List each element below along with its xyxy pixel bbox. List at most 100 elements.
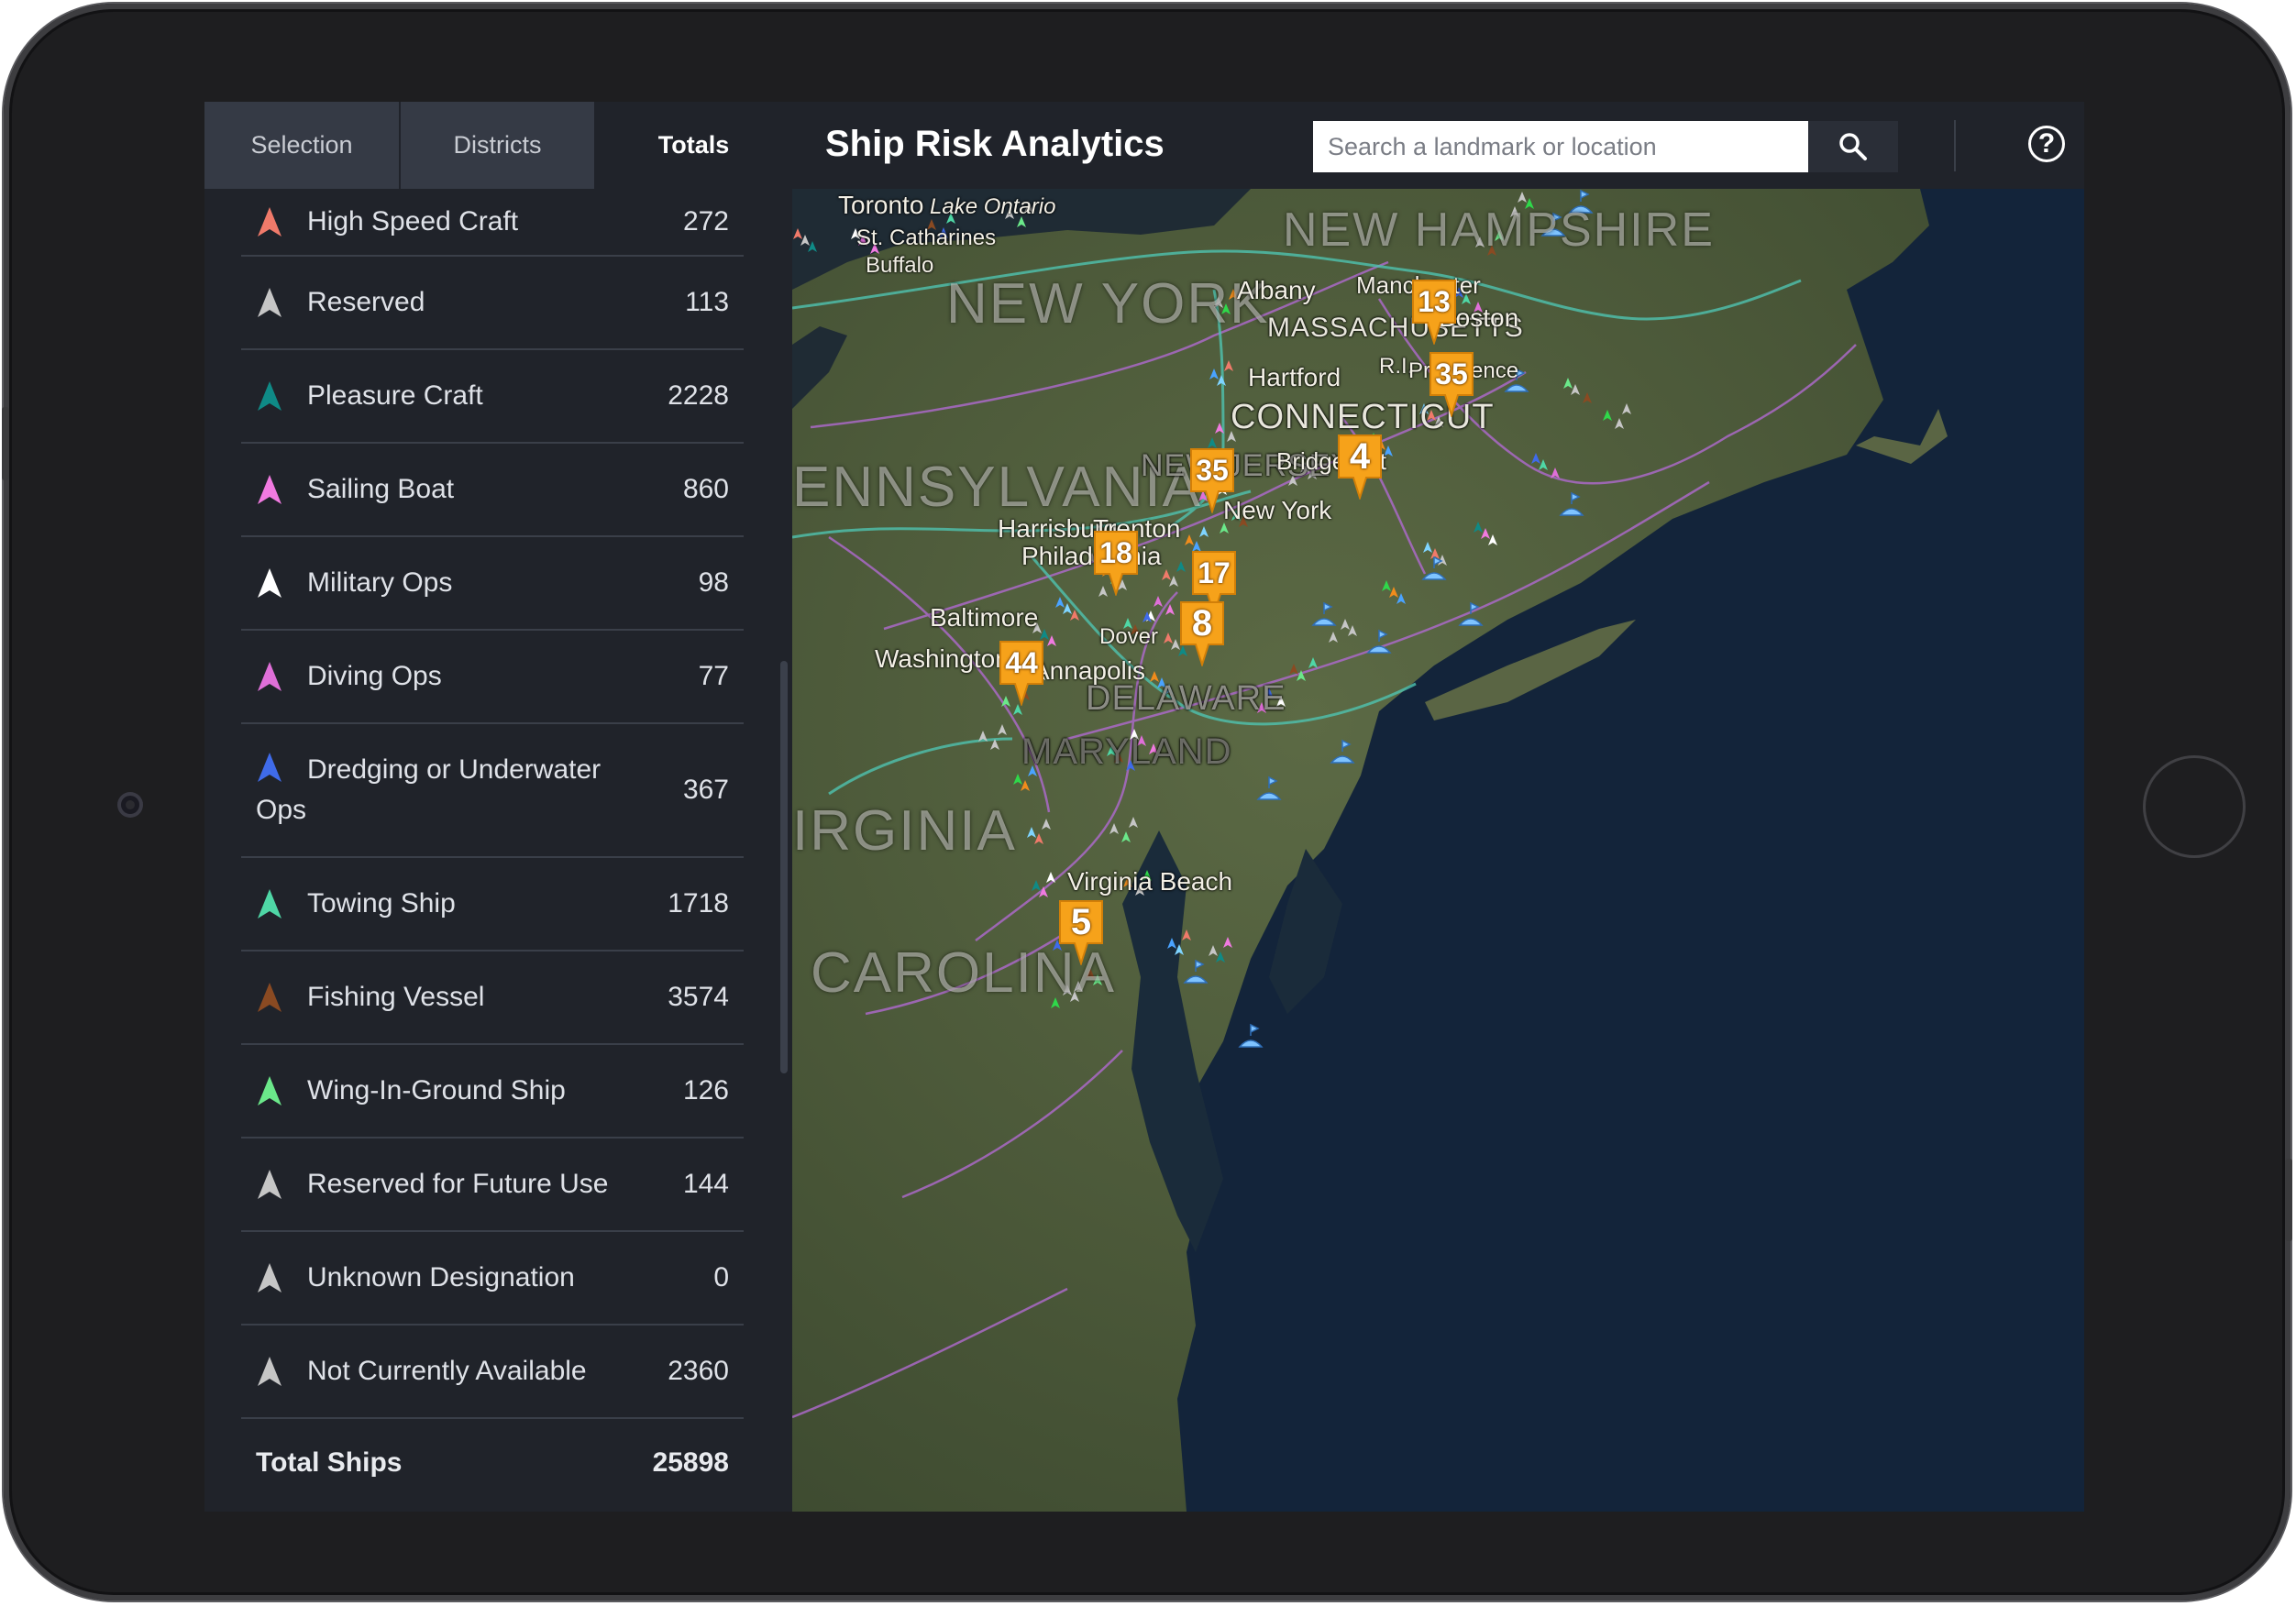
totals-row: Reserved for Future Use 144 <box>241 1138 744 1232</box>
totals-row: Diving Ops 77 <box>241 631 744 724</box>
cluster-count: 13 <box>1418 285 1451 318</box>
ship-type-label: Unknown Designation <box>307 1262 575 1292</box>
totals-row-label-wrap: Reserved for Future Use <box>256 1164 608 1204</box>
totals-row-label-wrap: Fishing Vessel <box>256 977 484 1018</box>
cluster-count: 35 <box>1435 358 1468 390</box>
front-camera <box>117 792 143 818</box>
city-label: Lake Ontario <box>930 194 1056 219</box>
tab-totals[interactable]: Totals <box>596 102 791 189</box>
ship-type-list: High Speed Craft 272 Reserved 113 Pleasure C… <box>241 189 744 1507</box>
ship-type-count: 144 <box>682 1169 729 1199</box>
cluster-marker[interactable]: 44 <box>997 638 1046 706</box>
tab-bar: Selection Districts Totals <box>204 102 791 189</box>
ship-type-count: 0 <box>713 1262 729 1292</box>
city-label: St. Catharines <box>856 226 997 250</box>
ship-type-count: 2360 <box>668 1356 729 1386</box>
cluster-marker[interactable]: 8 <box>1177 599 1227 666</box>
state-label: NEW YORK <box>946 272 1270 336</box>
totals-row: Fishing Vessel 3574 <box>241 952 744 1045</box>
ship-arrow-icon <box>258 983 281 1012</box>
city-label: New York <box>1223 496 1332 524</box>
totals-row: Reserved 113 <box>241 257 744 350</box>
cluster-marker[interactable]: 5 <box>1056 897 1106 965</box>
ship-type-count: 860 <box>682 474 729 504</box>
ship-type-count: 367 <box>682 775 729 805</box>
ship-type-label: Pleasure Craft <box>307 380 483 411</box>
state-label: MARYLAND <box>1021 732 1232 772</box>
cluster-count: 4 <box>1349 436 1371 477</box>
ship-type-label: Sailing Boat <box>307 474 455 504</box>
header-bar: Ship Risk Analytics ? <box>792 102 2084 189</box>
map-view[interactable]: NEW YORK ENNSYLVANIA NEW HAMPSHIRE MASSA… <box>792 189 2084 1512</box>
city-label: Toronto <box>838 191 924 219</box>
city-label: Annapolis <box>1032 656 1145 685</box>
ship-type-count: 2228 <box>668 380 729 411</box>
ship-arrow-icon <box>258 1170 281 1199</box>
totals-row-label-wrap: Reserved <box>256 282 425 323</box>
cluster-count: 35 <box>1196 454 1229 487</box>
city-label: Washington <box>875 644 1010 673</box>
totals-row-label-wrap: Wing-In-Ground Ship <box>256 1071 566 1111</box>
ship-arrow-icon <box>258 207 281 236</box>
ship-type-count: 113 <box>685 287 729 317</box>
side-button <box>2285 1159 2292 1241</box>
cluster-marker[interactable]: 13 <box>1409 277 1459 345</box>
tab-districts[interactable]: Districts <box>401 102 596 189</box>
ship-arrow-icon <box>258 753 281 782</box>
cluster-count: 17 <box>1198 556 1231 589</box>
totals-row-label-wrap: Unknown Designation <box>256 1258 575 1298</box>
screen: Selection Districts Totals High Speed Cr… <box>204 102 2084 1512</box>
city-label: Buffalo <box>866 253 934 278</box>
ship-type-count: 272 <box>682 206 729 236</box>
totals-row-label-wrap: Sailing Boat <box>256 469 454 510</box>
totals-row: Pleasure Craft 2228 <box>241 350 744 444</box>
city-label: Virginia Beach <box>1067 867 1233 896</box>
ship-type-count: 77 <box>698 661 729 691</box>
totals-panel: Selection Districts Totals High Speed Cr… <box>204 102 791 1512</box>
ship-type-count: 1718 <box>668 888 729 918</box>
city-label: Albany <box>1237 276 1316 304</box>
total-ships-value: 25898 <box>652 1447 729 1478</box>
app-title: Ship Risk Analytics <box>825 124 1165 164</box>
cluster-count: 5 <box>1070 902 1092 942</box>
ship-type-label: Reserved for Future Use <box>307 1169 609 1199</box>
totals-row-label-wrap: Diving Ops <box>256 656 442 697</box>
ship-type-label: Wing-In-Ground Ship <box>307 1075 566 1106</box>
ship-arrow-icon <box>258 1263 281 1292</box>
ship-type-label: Not Currently Available <box>307 1356 587 1386</box>
city-label: Dover <box>1099 624 1159 649</box>
search-button[interactable] <box>1808 121 1898 172</box>
search-icon <box>1839 133 1867 160</box>
state-label: NEW HAMPSHIRE <box>1283 204 1715 257</box>
cluster-marker[interactable]: 35 <box>1187 446 1237 513</box>
ship-type-count: 126 <box>682 1075 729 1106</box>
cluster-marker[interactable]: 18 <box>1091 528 1141 596</box>
totals-row-label-wrap: Dredging or Underwater Ops <box>256 750 604 830</box>
ship-arrow-icon <box>258 568 281 598</box>
tab-selection[interactable]: Selection <box>204 102 401 189</box>
totals-row-label-wrap: High Speed Craft <box>256 202 518 242</box>
ship-type-count: 98 <box>698 567 729 598</box>
ship-type-label: High Speed Craft <box>307 206 519 236</box>
totals-row: High Speed Craft 272 <box>241 189 744 257</box>
ship-type-label: Fishing Vessel <box>307 982 485 1012</box>
totals-row: Sailing Boat 860 <box>241 444 744 537</box>
side-button <box>2 407 9 480</box>
total-ships-label: Total Ships <box>256 1447 403 1478</box>
totals-row: Not Currently Available 2360 <box>241 1326 744 1419</box>
totals-row-label-wrap: Not Currently Available <box>256 1351 587 1392</box>
cluster-marker[interactable]: 4 <box>1335 432 1385 500</box>
totals-row: Wing-In-Ground Ship 126 <box>241 1045 744 1138</box>
cluster-marker[interactable]: 35 <box>1427 349 1476 417</box>
state-label: IRGINIA <box>792 799 1017 863</box>
ship-type-count: 3574 <box>668 982 729 1012</box>
scrollbar[interactable] <box>780 661 788 1073</box>
help-icon[interactable]: ? <box>2028 126 2065 162</box>
search-input[interactable] <box>1313 121 1808 172</box>
home-button[interactable] <box>2143 755 2246 858</box>
ship-arrow-icon <box>258 475 281 504</box>
totals-row: Military Ops 98 <box>241 537 744 631</box>
cluster-count: 18 <box>1099 536 1132 569</box>
ship-type-label: Dredging or Underwater Ops <box>256 754 602 825</box>
totals-row-label-wrap: Towing Ship <box>256 884 456 924</box>
